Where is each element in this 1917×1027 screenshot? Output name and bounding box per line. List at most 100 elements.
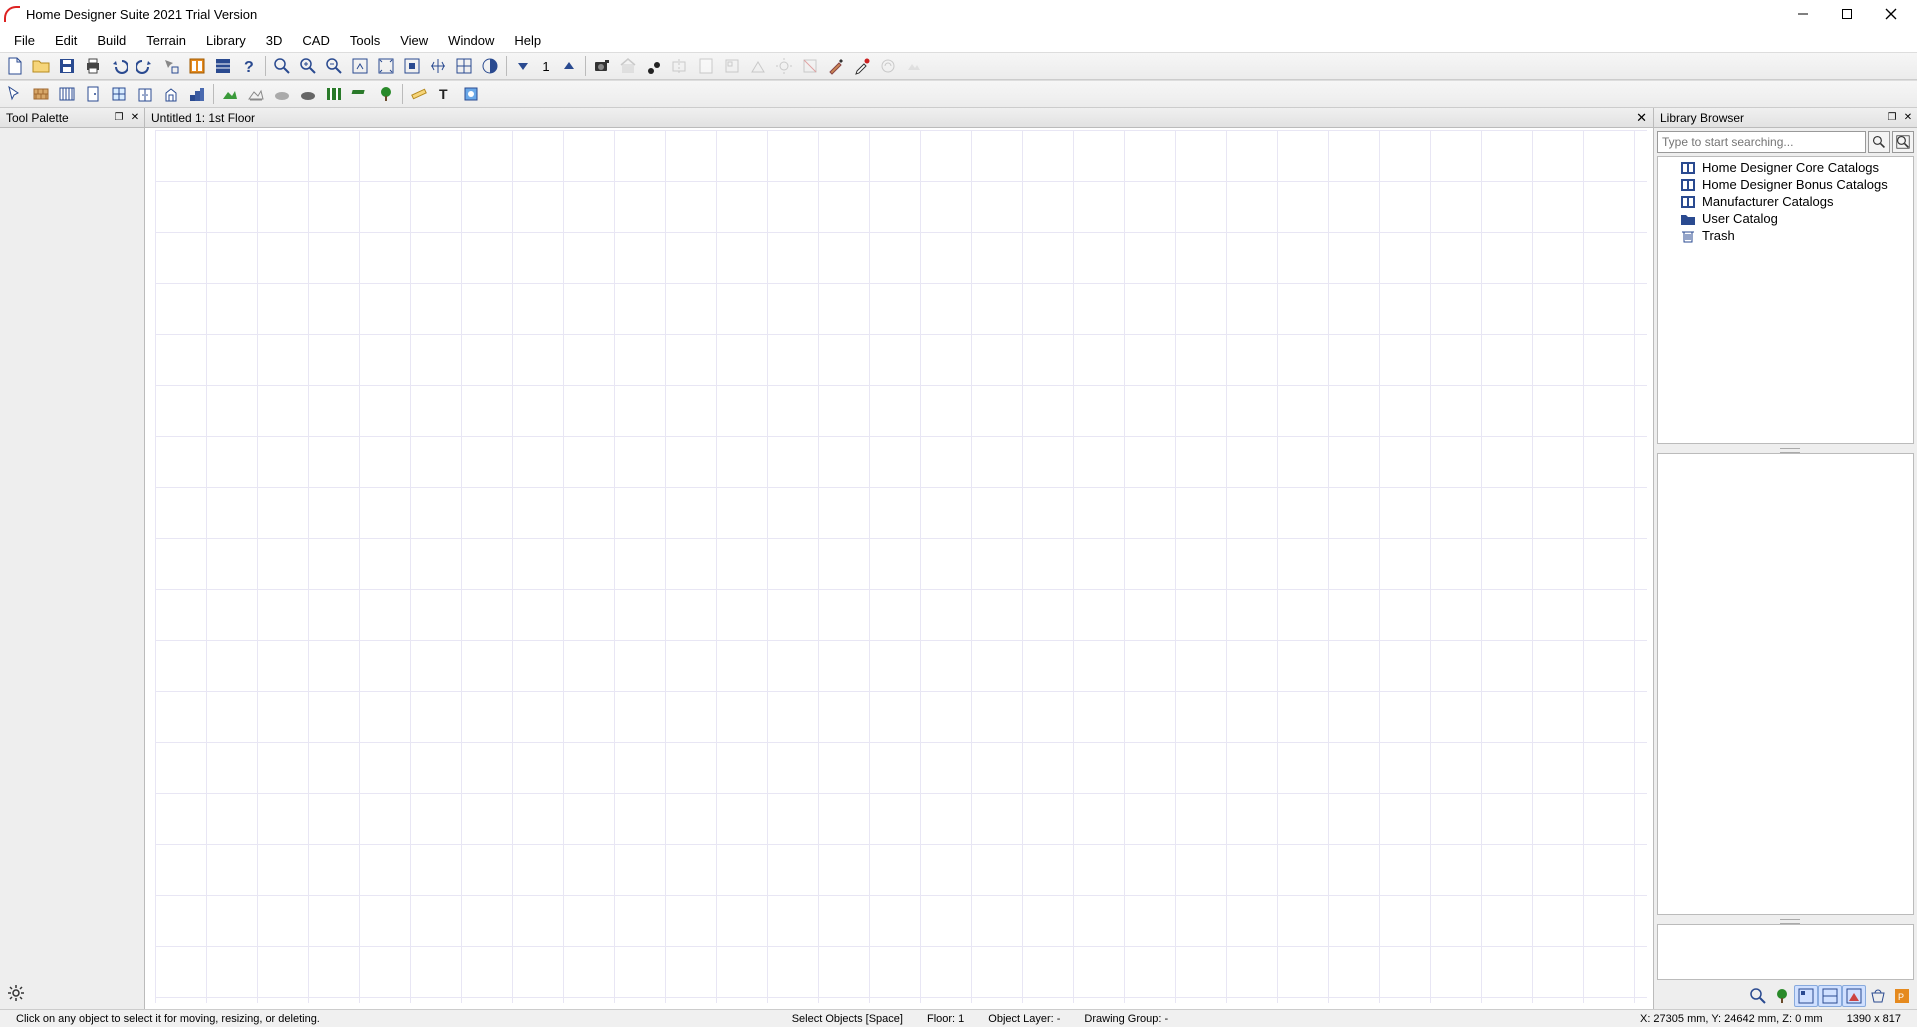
status-floor: Floor: 1	[915, 1013, 976, 1025]
library-toggle-preview-button[interactable]	[1842, 985, 1866, 1007]
save-button[interactable]	[54, 54, 80, 78]
print-button[interactable]	[80, 54, 106, 78]
menu-edit[interactable]: Edit	[45, 31, 87, 50]
library-preferences-button[interactable]: P	[1890, 985, 1914, 1007]
minimize-button[interactable]	[1781, 0, 1825, 28]
close-button[interactable]	[1869, 0, 1913, 28]
wall-tools-button[interactable]	[28, 82, 54, 106]
road-tools-button[interactable]	[321, 82, 347, 106]
material-eyedropper-button[interactable]	[849, 54, 875, 78]
menu-view[interactable]: View	[390, 31, 438, 50]
tree-item-user-catalog[interactable]: User Catalog	[1658, 210, 1913, 227]
status-tool: Select Objects [Space]	[780, 1013, 915, 1025]
dimension-tools-button[interactable]	[406, 82, 432, 106]
maximize-button[interactable]	[1825, 0, 1869, 28]
fill-window-button[interactable]	[373, 54, 399, 78]
menu-terrain[interactable]: Terrain	[136, 31, 196, 50]
material-painter-button[interactable]	[823, 54, 849, 78]
fill-window-bldg-button[interactable]	[399, 54, 425, 78]
undo-zoom-button[interactable]	[347, 54, 373, 78]
undo-button[interactable]	[106, 54, 132, 78]
library-get-content-button[interactable]	[1866, 985, 1890, 1007]
tool-palette-settings-button[interactable]	[6, 983, 26, 1003]
delete-surface-button[interactable]	[797, 54, 823, 78]
zoom-out-button[interactable]	[321, 54, 347, 78]
camera-view-button[interactable]	[589, 54, 615, 78]
elevation-button[interactable]	[745, 54, 771, 78]
library-close-button[interactable]: ✕	[1901, 111, 1915, 125]
preferences-button[interactable]	[158, 54, 184, 78]
library-tree[interactable]: Home Designer Core Catalogs Home Designe…	[1657, 156, 1914, 444]
zoom-button[interactable]	[269, 54, 295, 78]
menu-bar: File Edit Build Terrain Library 3D CAD T…	[0, 28, 1917, 52]
terrain-wall-button[interactable]	[347, 82, 373, 106]
select-objects-button[interactable]	[2, 82, 28, 106]
library-undock-button[interactable]: ❐	[1885, 111, 1899, 125]
drawing-canvas[interactable]	[145, 128, 1653, 1009]
menu-library[interactable]: Library	[196, 31, 256, 50]
text-tools-button[interactable]: T	[432, 82, 458, 106]
menu-file[interactable]: File	[4, 31, 45, 50]
plant-tools-button[interactable]	[373, 82, 399, 106]
library-browser-title: Library Browser	[1660, 111, 1744, 125]
tree-item-manufacturer-catalogs[interactable]: Manufacturer Catalogs	[1658, 193, 1913, 210]
library-show-panel-button[interactable]	[1794, 985, 1818, 1007]
window-tools-button[interactable]	[106, 82, 132, 106]
library-search-button[interactable]	[1868, 131, 1890, 153]
floor-down-button[interactable]	[510, 54, 536, 78]
zoom-in-button[interactable]	[295, 54, 321, 78]
menu-window[interactable]: Window	[438, 31, 504, 50]
dollhouse-view-button[interactable]	[615, 54, 641, 78]
library-search-input[interactable]	[1657, 131, 1866, 153]
library-search-panel-button[interactable]	[1746, 985, 1770, 1007]
menu-tools[interactable]: Tools	[340, 31, 390, 50]
library-browser-button[interactable]	[184, 54, 210, 78]
final-view-button[interactable]	[901, 54, 927, 78]
appliance-tools-button[interactable]	[158, 82, 184, 106]
floor-up-button[interactable]	[556, 54, 582, 78]
plan-view-button[interactable]	[719, 54, 745, 78]
walkthrough-button[interactable]	[641, 54, 667, 78]
color-onoff-button[interactable]	[477, 54, 503, 78]
library-filter-button[interactable]	[1892, 131, 1914, 153]
cad-tools-button[interactable]	[458, 82, 484, 106]
menu-help[interactable]: Help	[504, 31, 551, 50]
help-button[interactable]: ?	[236, 54, 262, 78]
sun-angle-button[interactable]	[771, 54, 797, 78]
terrain-feature-button[interactable]	[295, 82, 321, 106]
print-preview-button[interactable]	[693, 54, 719, 78]
deck-tools-button[interactable]	[54, 82, 80, 106]
new-plan-button[interactable]	[2, 54, 28, 78]
menu-build[interactable]: Build	[87, 31, 136, 50]
architectural-button[interactable]	[184, 82, 210, 106]
menu-cad[interactable]: CAD	[292, 31, 339, 50]
canvas-tab-bar: Untitled 1: 1st Floor ✕	[145, 108, 1653, 128]
status-pointer: 1390 x 817	[1835, 1013, 1913, 1025]
terrain-modifier-button[interactable]	[269, 82, 295, 106]
library-show-preview-button[interactable]	[1818, 985, 1842, 1007]
project-browser-button[interactable]	[210, 54, 236, 78]
canvas-tab-label[interactable]: Untitled 1: 1st Floor	[151, 111, 255, 125]
tree-item-bonus-catalogs[interactable]: Home Designer Bonus Catalogs	[1658, 176, 1913, 193]
tree-item-label: Home Designer Bonus Catalogs	[1702, 177, 1888, 192]
adjust-material-button[interactable]	[875, 54, 901, 78]
cross-section-button[interactable]	[667, 54, 693, 78]
cabinet-tools-button[interactable]	[132, 82, 158, 106]
terrain-elevation-button[interactable]	[243, 82, 269, 106]
pan-button[interactable]	[425, 54, 451, 78]
canvas-tab-close-button[interactable]: ✕	[1636, 110, 1647, 126]
library-splitter-2[interactable]	[1654, 918, 1917, 924]
open-plan-button[interactable]	[28, 54, 54, 78]
terrain-perimeter-button[interactable]	[217, 82, 243, 106]
menu-3d[interactable]: 3D	[256, 31, 293, 50]
redo-button[interactable]	[132, 54, 158, 78]
library-plant-chooser-button[interactable]	[1770, 985, 1794, 1007]
tree-item-trash[interactable]: Trash	[1658, 227, 1913, 244]
tool-palette-title: Tool Palette	[6, 111, 69, 125]
door-tools-button[interactable]	[80, 82, 106, 106]
tree-item-core-catalogs[interactable]: Home Designer Core Catalogs	[1658, 159, 1913, 176]
reference-grid-button[interactable]	[451, 54, 477, 78]
tool-palette-undock-button[interactable]: ❐	[112, 111, 126, 125]
library-splitter-1[interactable]	[1654, 447, 1917, 453]
tool-palette-close-button[interactable]: ✕	[128, 111, 142, 125]
